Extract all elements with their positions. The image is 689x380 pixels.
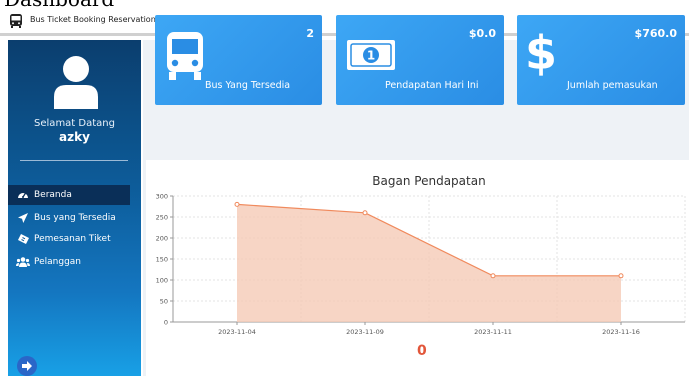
data-point: [234, 201, 240, 207]
y-tick-label: 0: [164, 319, 168, 327]
svg-text:1: 1: [367, 49, 375, 63]
y-tick-label: 50: [160, 298, 168, 306]
sidebar: Selamat Datang azky Beranda Bus yang Ter…: [8, 40, 141, 376]
dashboard-icon: [16, 188, 30, 202]
x-tick-label: 2023-11-04: [218, 328, 256, 336]
sidebar-item-pelanggan[interactable]: Pelanggan: [8, 252, 130, 272]
dollar-icon: $: [525, 26, 558, 80]
sidebar-item-label: Bus yang Tersedia: [34, 213, 116, 223]
card-jumlah-pemasukan: $ $760.0 Jumlah pemasukan: [517, 15, 685, 105]
sidebar-item-pemesanan-tiket[interactable]: Pemesanan Tiket: [8, 229, 130, 249]
card-bus-tersedia: 2 Bus Yang Tersedia: [155, 15, 322, 105]
y-tick-label: 300: [156, 193, 168, 201]
card-value: $760.0: [634, 27, 677, 40]
footer-value: 0: [417, 343, 427, 359]
logout-button[interactable]: [17, 356, 37, 376]
paper-plane-icon: [16, 211, 30, 225]
sign-out-icon: [22, 361, 32, 371]
y-tick-label: 100: [156, 277, 168, 285]
sidebar-item-label: Pelanggan: [34, 257, 82, 267]
area-fill: [237, 204, 621, 322]
x-tick-label: 2023-11-11: [474, 328, 512, 336]
bus-icon: [10, 14, 22, 28]
sidebar-item-bus-tersedia[interactable]: Bus yang Tersedia: [8, 208, 130, 228]
data-point: [490, 273, 496, 279]
sidebar-item-label: Pemesanan Tiket: [34, 234, 111, 244]
chart-title: Bagan Pendapatan: [372, 174, 485, 188]
data-point: [362, 210, 368, 216]
x-tick-label: 2023-11-09: [346, 328, 384, 336]
money-icon: 1: [347, 40, 395, 70]
sidebar-item-beranda[interactable]: Beranda: [8, 185, 130, 205]
users-icon: [16, 255, 30, 269]
sidebar-divider: [20, 160, 128, 161]
welcome-text: Selamat Datang: [34, 118, 115, 129]
user-avatar-icon: [54, 56, 98, 109]
x-tick-label: 2023-11-16: [602, 328, 640, 336]
card-label: Bus Yang Tersedia: [205, 80, 291, 91]
bus-icon: [167, 32, 203, 80]
card-pendapatan-hari-ini: 1 $0.0 Pendapatan Hari Ini: [336, 15, 504, 105]
y-tick-label: 250: [156, 214, 168, 222]
data-point: [618, 273, 624, 279]
y-tick-label: 200: [156, 235, 168, 243]
username: azky: [59, 130, 90, 144]
ticket-icon: [16, 232, 30, 246]
card-value: 2: [306, 27, 314, 40]
card-label: Jumlah pemasukan: [567, 80, 658, 91]
sidebar-item-label: Beranda: [34, 190, 72, 200]
y-tick-label: 150: [156, 256, 168, 264]
card-label: Pendapatan Hari Ini: [385, 80, 479, 91]
card-value: $0.0: [468, 27, 496, 40]
